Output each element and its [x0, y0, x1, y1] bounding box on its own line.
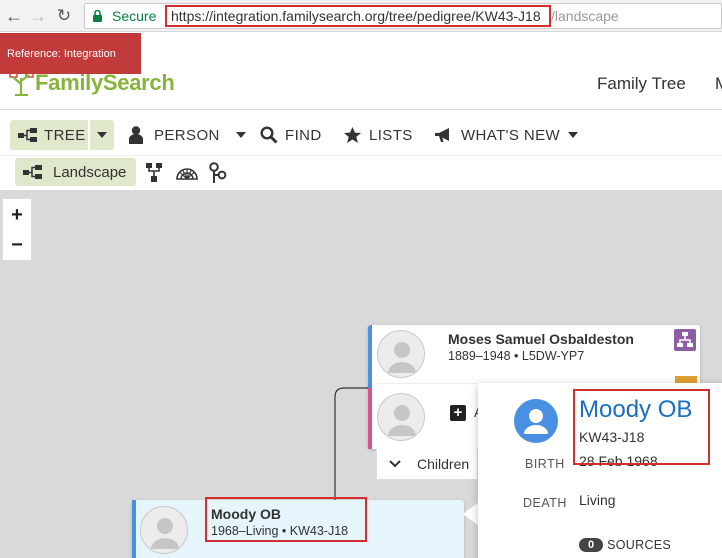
tree-view-icon — [18, 128, 37, 142]
male-indicator — [368, 325, 372, 388]
person-menu[interactable]: PERSON — [128, 120, 246, 150]
lists-button[interactable]: LISTS — [343, 120, 413, 150]
header-divider — [0, 109, 722, 110]
landscape-view-icon — [23, 165, 42, 179]
children-toggle[interactable]: Children — [376, 449, 478, 480]
toolbar-divider — [0, 155, 722, 156]
sources-count-badge: 0 — [579, 538, 604, 552]
portrait-view-icon[interactable] — [145, 162, 163, 183]
whats-new-label: WHAT'S NEW — [461, 126, 561, 144]
focus-person-card[interactable]: Moody OB 1968–Living • KW43-J18 — [132, 497, 464, 558]
father-lifespan-id: 1889–1948 • L5DW-YP7 — [448, 349, 585, 363]
person-silhouette-icon — [388, 405, 416, 436]
focus-avatar[interactable] — [140, 506, 188, 554]
tree-label: TREE — [44, 126, 86, 144]
reload-icon[interactable]: ↻ — [52, 4, 76, 28]
children-label: Children — [417, 456, 470, 472]
focus-highlight-box — [205, 497, 367, 542]
chevron-down-icon — [235, 132, 246, 138]
male-avatar-icon — [514, 399, 558, 443]
star-icon — [343, 126, 362, 144]
find-button[interactable]: FIND — [260, 120, 322, 150]
secure-label: Secure — [112, 8, 157, 24]
url-path-tail: /landscape — [551, 8, 619, 24]
url-highlight-box — [165, 5, 551, 27]
tree-button[interactable]: TREE — [10, 120, 88, 150]
chevron-down-icon — [389, 460, 401, 468]
browser-address-bar: ← → ↻ Secure https://integration.familys… — [0, 0, 722, 32]
popup-highlight-box — [573, 389, 710, 465]
search-icon — [260, 126, 278, 144]
landscape-view-button[interactable]: Landscape — [15, 158, 136, 186]
sources-label: SOURCES — [607, 538, 672, 552]
descendancy-view-icon[interactable] — [208, 162, 228, 184]
popup-pointer — [463, 502, 479, 526]
female-indicator — [368, 388, 372, 449]
logo-text: FamilySearch — [35, 70, 175, 95]
person-summary-popup: Moody OB KW43-J18 BIRTH 28 Feb 1968 DEAT… — [478, 383, 722, 558]
person-silhouette-icon — [151, 518, 179, 549]
person-silhouette-icon — [388, 342, 416, 373]
mother-avatar[interactable] — [377, 393, 425, 441]
father-name[interactable]: Moses Samuel Osbaldeston — [448, 331, 634, 347]
lists-label: LISTS — [369, 126, 413, 144]
tree-toolbar: TREE PERSON FIND LISTS WHAT'S NEW — [0, 114, 722, 156]
nav-family-tree[interactable]: Family Tree — [597, 74, 686, 94]
logo-tree-icon — [9, 63, 34, 96]
sources-link[interactable]: 0 SOURCES — [579, 538, 671, 552]
father-avatar[interactable] — [377, 330, 425, 378]
forward-icon[interactable]: → — [26, 4, 50, 28]
find-label: FIND — [285, 126, 322, 144]
male-indicator — [132, 500, 136, 558]
family-tree-icon[interactable] — [674, 329, 696, 351]
nav-item-cut[interactable]: M — [715, 74, 722, 94]
tree-canvas[interactable]: + − Moses Samuel Osbaldeston 1889–1948 •… — [0, 190, 722, 558]
megaphone-icon — [435, 128, 449, 142]
lock-icon — [93, 10, 102, 22]
add-mother-icon[interactable]: + — [450, 405, 466, 421]
person-label: PERSON — [154, 126, 220, 144]
person-icon — [129, 126, 143, 144]
tree-dropdown-button[interactable] — [90, 120, 114, 150]
chevron-down-icon — [97, 132, 107, 138]
death-label: DEATH — [523, 496, 567, 510]
familysearch-logo[interactable]: FamilySearch — [8, 62, 178, 98]
whats-new-menu[interactable]: WHAT'S NEW — [434, 120, 579, 150]
birth-label: BIRTH — [525, 457, 565, 471]
landscape-label: Landscape — [53, 163, 127, 181]
chevron-down-icon — [568, 132, 579, 138]
back-icon[interactable]: ← — [2, 4, 26, 28]
death-value: Living — [579, 492, 616, 508]
fan-chart-icon[interactable] — [175, 164, 199, 180]
